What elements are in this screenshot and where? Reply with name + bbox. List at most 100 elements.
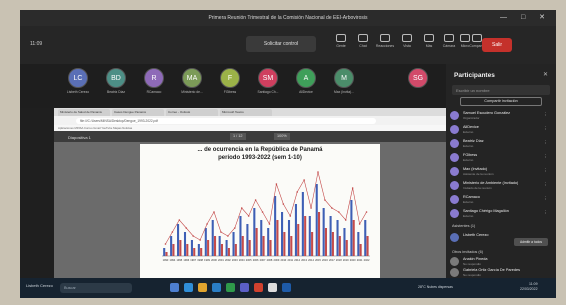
avatar-tile[interactable]: LC Lisbeth Cerezo [60, 68, 96, 94]
window-controls[interactable]: — □ ✕ [500, 13, 551, 21]
bar [324, 228, 328, 256]
more-button[interactable]: Más [418, 34, 440, 58]
line-point [331, 207, 333, 209]
line-point [275, 183, 278, 185]
participant-row[interactable]: Beatriz Díaz Externo ⋮ [450, 138, 552, 150]
avatar-tile[interactable]: R RCamaco [136, 68, 172, 94]
search-input[interactable]: Escribir un nombre [452, 85, 550, 95]
browser-tab[interactable]: Casos Dengue Panamá [112, 109, 164, 116]
line-point [227, 235, 229, 237]
folder-icon[interactable] [198, 283, 207, 292]
avatar [450, 111, 459, 120]
system-clock[interactable]: 11:09 22/03/2022 [520, 282, 538, 292]
line-point [206, 223, 208, 225]
participant-row[interactable]: FGlbess Externo ⋮ [450, 152, 552, 164]
line-point [192, 235, 194, 237]
line-point [185, 227, 188, 229]
x-tick-label: 2019 [343, 258, 349, 262]
avatar-tile[interactable]: SG [400, 68, 436, 90]
excel-icon[interactable] [226, 283, 235, 292]
page-indicator[interactable]: 1 / 12 [230, 133, 246, 140]
line-point [317, 171, 319, 173]
admit-all-button[interactable]: Admitir a todos [514, 238, 548, 246]
participants-panel: Participantes ✕ Escribir un nombre Compa… [446, 64, 556, 278]
url-field[interactable]: file:///C:/Users/MINSA/Desktop/Dengue_19… [76, 117, 376, 124]
x-tick-label: 2003 [232, 258, 238, 262]
share-invite-button[interactable]: Compartir invitación [460, 97, 542, 106]
bar [186, 244, 189, 256]
x-tick-label: 1996 [183, 258, 189, 262]
x-tick-label: 2015 [315, 258, 321, 262]
bar [177, 224, 180, 256]
line-point [254, 199, 257, 201]
word-icon[interactable] [282, 283, 291, 292]
participant-row[interactable]: Samuel Escudero González Organizador ⋮ [450, 110, 552, 122]
close-icon[interactable]: ✕ [543, 71, 548, 78]
view-button[interactable]: Vista [396, 34, 418, 58]
x-tick-label: 2012 [294, 258, 300, 262]
line-point [240, 207, 243, 209]
others-section-label[interactable]: Otros invitados (6) [452, 250, 483, 254]
avatar-tile[interactable]: SM Santiago Ch... [250, 68, 286, 94]
bar [364, 220, 367, 256]
line-point [247, 215, 250, 217]
chat-button[interactable]: Chat [352, 34, 374, 58]
powerpoint-icon[interactable] [254, 283, 263, 292]
more-icon [424, 34, 434, 42]
browser-tab[interactable]: Ministerio de Salud de Panamá [58, 109, 110, 116]
reactions-button[interactable]: Reacciones [374, 34, 396, 58]
leave-button[interactable]: Salir [482, 38, 512, 52]
bar [359, 244, 362, 256]
zoom-level[interactable]: 100% [274, 133, 290, 140]
avatar [450, 181, 459, 190]
teams-icon[interactable] [240, 283, 249, 292]
browser-tab[interactable]: Correo - Outlook [166, 109, 218, 116]
bar [352, 220, 355, 256]
x-tick-label: 2018 [336, 258, 342, 262]
avatar [450, 153, 459, 162]
avatar [450, 167, 459, 176]
taskbar-search-input[interactable]: Buscar [60, 283, 132, 293]
avatar-tile[interactable]: A AllDevice [288, 68, 324, 94]
mic-icon: ⋮ [543, 112, 549, 117]
browser-tab[interactable]: Microsoft Teams [220, 109, 272, 116]
mic-icon: ⋮ [543, 168, 549, 173]
x-tick-label: 1997 [190, 258, 196, 262]
avatar [450, 257, 459, 266]
edge-icon[interactable] [184, 283, 193, 292]
lobby-section-label[interactable]: Asistentes (1) [452, 224, 475, 228]
avatar: SG [408, 68, 428, 88]
avatar-tile[interactable]: BD Beatriz Díaz [98, 68, 134, 94]
participant-row[interactable]: AllDevice Externo ⋮ [450, 124, 552, 136]
participant-row[interactable]: RCamaco Externo ⋮ [450, 194, 552, 206]
bar [308, 216, 311, 256]
bar [241, 236, 244, 256]
x-tick-label: 2011 [287, 258, 293, 262]
mic-icon: ⋮ [543, 126, 549, 131]
line-point [324, 199, 326, 201]
avatar-tile[interactable]: MA Ministerio de... [174, 68, 210, 94]
avatar-tile[interactable]: M Max (Invita)... [326, 68, 362, 94]
x-tick-label: 1995 [176, 258, 182, 262]
x-tick-label: 1999 [204, 258, 210, 262]
outlook-icon[interactable] [212, 283, 221, 292]
participant-row[interactable]: Ministerio de Ambiente (Invitado) Invitad… [450, 180, 552, 192]
x-tick-label: 2008 [267, 258, 273, 262]
bar [253, 208, 256, 256]
bar-chart: 1993 1994 1995 1996 1997 1998 1999 2000 2001 2002… [162, 171, 370, 262]
bar [248, 240, 251, 256]
line-point [344, 219, 347, 221]
people-button[interactable]: Gente [330, 34, 352, 58]
avatar-tile[interactable]: F FGlbess [212, 68, 248, 94]
weather-widget[interactable]: 28°C Nubes dispersas [418, 285, 453, 289]
avatar: A [296, 68, 316, 88]
line-point [199, 239, 201, 241]
request-control-button[interactable]: Solicitar control [246, 36, 316, 52]
x-tick-label: 1993 [163, 258, 169, 262]
participant-row[interactable]: Max (Invitado) Asistente de la reunión ⋮ [450, 166, 552, 178]
chrome-icon[interactable] [268, 283, 277, 292]
explorer-icon[interactable] [170, 283, 179, 292]
participant-row[interactable]: Santiago Chérigo Magallón Externo ⋮ [450, 208, 552, 220]
bar [170, 236, 173, 256]
x-tick-label: 2010 [280, 258, 286, 262]
